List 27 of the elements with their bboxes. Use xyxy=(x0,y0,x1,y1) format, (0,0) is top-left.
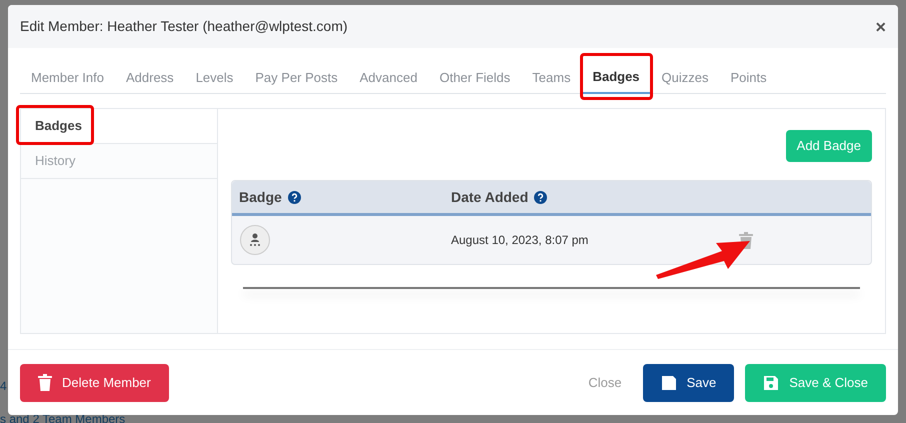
tab[interactable]: Pay Per Posts xyxy=(244,62,349,94)
tab[interactable]: Other Fields xyxy=(428,62,522,94)
trash-icon xyxy=(38,374,52,391)
help-icon[interactable] xyxy=(288,190,301,204)
sidebar-item[interactable]: History xyxy=(21,144,217,179)
tab[interactable]: Address xyxy=(114,62,185,94)
tab[interactable]: Member Info xyxy=(20,62,115,94)
close-link[interactable]: Close xyxy=(578,372,632,392)
tab[interactable]: Badges xyxy=(582,62,651,94)
background-text: 4 xyxy=(0,378,7,395)
tab[interactable]: Advanced xyxy=(348,62,428,94)
column-header: Badge xyxy=(239,188,282,207)
add-badge-button[interactable]: Add Badge xyxy=(786,130,872,162)
close-button[interactable]: × xyxy=(875,18,886,36)
tab[interactable]: Quizzes xyxy=(650,62,720,94)
tab[interactable]: Teams xyxy=(521,62,582,94)
help-icon[interactable] xyxy=(534,190,548,204)
tab[interactable]: Levels xyxy=(184,62,244,94)
sidebar-item[interactable]: Badges xyxy=(21,109,217,144)
tab[interactable]: Points xyxy=(720,62,778,94)
badge-avatar-icon xyxy=(240,225,270,255)
dialog-title: Edit Member: Heather Tester (heather@wlptest.com) xyxy=(20,17,348,36)
table-cell-text: August 10, 2023, 8:07 pm xyxy=(450,232,590,249)
save-button[interactable]: Save xyxy=(642,364,734,402)
delete-member-button[interactable]: Delete Member xyxy=(20,364,169,402)
save-close-button[interactable]: Save & Close xyxy=(745,364,886,402)
column-header: Date Added xyxy=(451,188,528,206)
